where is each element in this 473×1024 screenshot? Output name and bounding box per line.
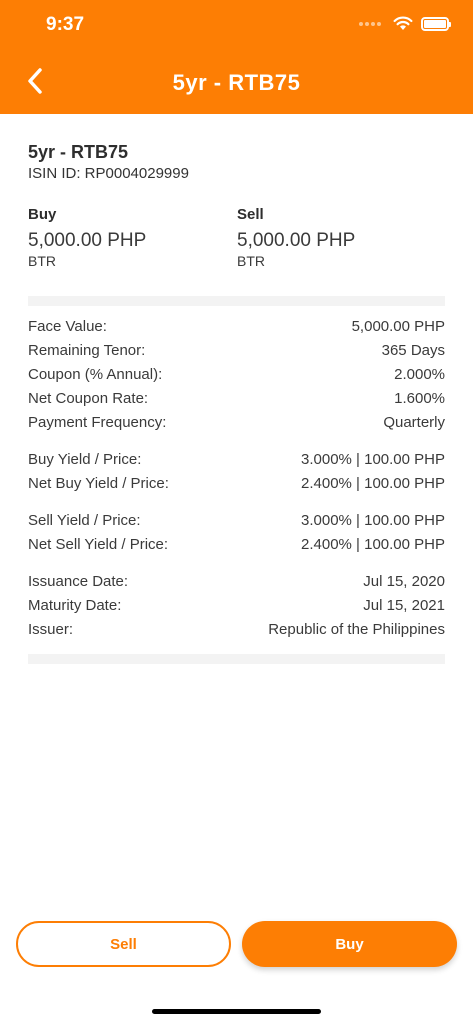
detail-row: Buy Yield / Price: 3.000% | 100.00 PHP bbox=[28, 451, 445, 475]
detail-value: Jul 15, 2020 bbox=[363, 573, 445, 590]
detail-value: Quarterly bbox=[383, 414, 445, 431]
detail-value: 3.000% | 100.00 PHP bbox=[301, 451, 445, 468]
isin-id: ISIN ID: RP0004029999 bbox=[28, 165, 189, 182]
detail-value: 2.000% bbox=[394, 366, 445, 383]
detail-row: Net Sell Yield / Price: 2.400% | 100.00 … bbox=[28, 536, 445, 560]
status-icons bbox=[359, 16, 451, 31]
detail-label: Net Buy Yield / Price: bbox=[28, 475, 169, 492]
status-time: 9:37 bbox=[46, 14, 85, 35]
bond-name: 5yr - RTB75 bbox=[28, 142, 129, 162]
detail-row: Sell Yield / Price: 3.000% | 100.00 PHP bbox=[28, 512, 445, 536]
sell-price-block: Sell 5,000.00 PHP BTR bbox=[237, 206, 355, 269]
bond-content: 5yr - RTB75 ISIN ID: RP0004029999 Buy 5,… bbox=[28, 142, 445, 664]
detail-label: Maturity Date: bbox=[28, 597, 122, 614]
wifi-icon bbox=[393, 16, 413, 30]
section-divider bbox=[28, 296, 445, 306]
buy-price-label: Buy bbox=[28, 206, 57, 223]
detail-row: Face Value: 5,000.00 PHP bbox=[28, 318, 445, 342]
signal-icon bbox=[359, 21, 381, 26]
detail-group-dates: Issuance Date: Jul 15, 2020 Maturity Dat… bbox=[28, 573, 445, 645]
detail-label: Face Value: bbox=[28, 318, 107, 335]
detail-group-terms: Face Value: 5,000.00 PHP Remaining Tenor… bbox=[28, 318, 445, 438]
section-divider bbox=[28, 654, 445, 664]
sell-price-label: Sell bbox=[237, 206, 264, 223]
detail-value: 5,000.00 PHP bbox=[351, 318, 445, 335]
bond-detail-screen: 9:37 5yr - RTB75 5yr - RTB75 ISIN ID: RP… bbox=[0, 0, 473, 1024]
detail-row: Issuer: Republic of the Philippines bbox=[28, 621, 445, 645]
detail-label: Net Coupon Rate: bbox=[28, 390, 149, 407]
detail-row: Remaining Tenor: 365 Days bbox=[28, 342, 445, 366]
detail-label: Issuer: bbox=[28, 621, 74, 638]
detail-label: Payment Frequency: bbox=[28, 414, 167, 431]
buy-price-block: Buy 5,000.00 PHP BTR bbox=[28, 206, 146, 269]
detail-row: Net Buy Yield / Price: 2.400% | 100.00 P… bbox=[28, 475, 445, 499]
detail-row: Net Coupon Rate: 1.600% bbox=[28, 390, 445, 414]
detail-value: Jul 15, 2021 bbox=[363, 597, 445, 614]
buy-price-value: 5,000.00 PHP bbox=[28, 230, 147, 251]
page-title: 5yr - RTB75 bbox=[172, 70, 301, 95]
detail-label: Issuance Date: bbox=[28, 573, 129, 590]
bond-details: Face Value: 5,000.00 PHP Remaining Tenor… bbox=[28, 318, 445, 645]
buy-price-unit: BTR bbox=[28, 253, 56, 269]
detail-row: Issuance Date: Jul 15, 2020 bbox=[28, 573, 445, 597]
app-header: 9:37 5yr - RTB75 bbox=[0, 0, 473, 114]
buy-button[interactable]: Buy bbox=[242, 921, 457, 967]
detail-value: Republic of the Philippines bbox=[268, 621, 445, 638]
detail-value: 3.000% | 100.00 PHP bbox=[301, 512, 445, 529]
detail-value: 2.400% | 100.00 PHP bbox=[301, 475, 445, 492]
sell-price-unit: BTR bbox=[237, 253, 265, 269]
home-indicator[interactable] bbox=[152, 1009, 321, 1014]
detail-group-sell-yield: Sell Yield / Price: 3.000% | 100.00 PHP … bbox=[28, 512, 445, 560]
price-summary: Buy 5,000.00 PHP BTR Sell 5,000.00 PHP B… bbox=[28, 206, 445, 292]
battery-icon bbox=[421, 16, 451, 31]
sell-price-value: 5,000.00 PHP bbox=[237, 230, 356, 251]
detail-label: Buy Yield / Price: bbox=[28, 451, 142, 468]
detail-group-buy-yield: Buy Yield / Price: 3.000% | 100.00 PHP N… bbox=[28, 451, 445, 499]
detail-row: Payment Frequency: Quarterly bbox=[28, 414, 445, 438]
detail-label: Sell Yield / Price: bbox=[28, 512, 141, 529]
detail-value: 2.400% | 100.00 PHP bbox=[301, 536, 445, 553]
detail-row: Coupon (% Annual): 2.000% bbox=[28, 366, 445, 390]
detail-value: 1.600% bbox=[394, 390, 445, 407]
detail-value: 365 Days bbox=[381, 342, 445, 359]
detail-label: Net Sell Yield / Price: bbox=[28, 536, 169, 553]
sell-button[interactable]: Sell bbox=[16, 921, 231, 967]
detail-label: Coupon (% Annual): bbox=[28, 366, 163, 383]
detail-label: Remaining Tenor: bbox=[28, 342, 146, 359]
detail-row: Maturity Date: Jul 15, 2021 bbox=[28, 597, 445, 621]
